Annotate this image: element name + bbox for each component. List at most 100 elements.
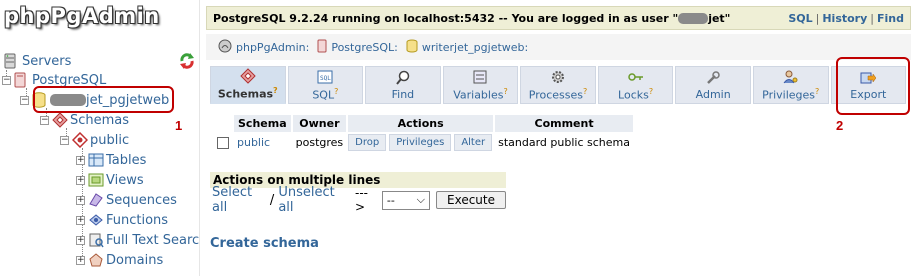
action-select-value: -- [386,193,395,207]
browser-sidebar: phpPgAdmin Servers − PostgreSQL − jet_pg… [0,0,200,276]
annotation-2: 2 [836,118,844,133]
tab-label: Privileges [762,88,816,102]
tab-variables[interactable]: Variables? [442,66,519,104]
find-link[interactable]: Find [877,12,904,25]
tab-label: SQL [312,88,335,102]
tree-views-label[interactable]: Views [106,173,144,188]
schemas-icon [52,112,68,128]
create-schema-link[interactable]: Create schema [210,236,319,251]
tree-domains-label[interactable]: Domains [106,253,163,268]
schema-link[interactable]: public [237,136,270,149]
breadcrumb-app-label[interactable]: phpPgAdmin: [236,41,309,54]
main-pane: PostgreSQL 9.2.24 running on localhost:5… [206,0,911,276]
tree-views[interactable]: + Views [76,170,144,190]
sql-icon: SQL [317,69,333,85]
tree-schemas-label[interactable]: Schemas [70,113,129,128]
tree-tables[interactable]: + Tables [76,150,146,170]
breadcrumb-database-label[interactable]: writerjet_pgjetweb: [422,41,528,54]
expand-icon[interactable]: + [76,235,85,245]
tree-functions-label[interactable]: Functions [106,213,168,228]
tab-label: Variables [453,88,504,102]
tree-sequences-label[interactable]: Sequences [106,193,177,208]
tab-find[interactable]: Find [365,66,441,104]
tab-processes[interactable]: Processes? [520,66,596,104]
col-actions: Actions [348,115,494,132]
sql-link[interactable]: SQL [788,12,812,25]
collapse-icon[interactable]: − [20,95,29,105]
action-select[interactable]: -- ⌵ [381,190,430,210]
tab-label: Admin [695,87,731,101]
tab-admin[interactable]: Admin [675,66,751,104]
collapse-icon[interactable]: − [40,115,49,125]
select-all-link[interactable]: Select all [212,185,266,215]
drop-button[interactable]: Drop [348,134,387,151]
expand-icon[interactable]: + [76,255,85,265]
logo-text: phpPgAdmin [4,4,160,28]
schemas-icon [240,68,256,84]
database-server-icon [14,72,28,88]
tree-fulltext[interactable]: + Full Text Searc [76,230,199,250]
domains-icon [88,252,103,268]
execute-button[interactable]: Execute [436,191,506,209]
fulltext-search-icon [88,232,104,248]
breadcrumb-database[interactable]: writerjet_pgjetweb: [406,39,528,56]
tree-servers-label[interactable]: Servers [22,54,71,69]
functions-icon [88,212,103,228]
table-header-row: Schema Owner Actions Comment [214,115,633,132]
annotation-1: 1 [175,118,183,133]
top-bar: PostgreSQL 9.2.24 running on localhost:5… [206,6,911,30]
database-icon [406,39,418,56]
tables-icon [88,152,104,168]
collapse-icon[interactable]: − [2,75,11,85]
expand-icon[interactable]: + [76,195,85,205]
tab-label: Locks [618,88,649,102]
find-icon [395,70,411,86]
col-owner: Owner [292,115,347,132]
tab-locks[interactable]: Locks? [597,66,674,104]
tree-servers[interactable]: Servers [4,51,71,71]
arrow-text: ---> [354,186,368,214]
slash-separator: / [269,192,275,208]
tab-privileges[interactable]: Privileges? [752,66,829,104]
expand-icon[interactable]: + [76,215,85,225]
breadcrumb-server-label[interactable]: PostgreSQL: [331,41,398,54]
expand-icon[interactable]: + [76,155,85,165]
alter-button[interactable]: Alter [454,134,493,151]
breadcrumb-server[interactable]: PostgreSQL: [317,39,398,56]
tree-domains[interactable]: + Domains [76,250,163,270]
top-links: SQL | History | Find [788,11,904,25]
views-icon [88,172,104,188]
tree-fulltext-label[interactable]: Full Text Searc [106,233,199,248]
history-link[interactable]: History [822,12,867,25]
collapse-icon[interactable]: − [60,135,69,145]
expand-icon[interactable]: + [76,175,85,185]
tree-schema-public[interactable]: − public [60,130,129,150]
servers-icon [4,53,18,69]
tree-functions[interactable]: + Functions [76,210,168,230]
multi-actions-body: Select all / Unselect all ---> -- ⌵ Exec… [210,185,506,215]
tree-schema-label[interactable]: public [90,133,129,148]
tab-sql[interactable]: SQL SQL? [287,66,364,104]
key-icon [627,69,644,85]
tree-tables-label[interactable]: Tables [106,153,146,168]
refresh-icon[interactable] [178,52,196,70]
app-logo: phpPgAdmin [0,0,199,42]
col-schema: Schema [234,115,291,132]
table-row: public postgres Drop Privileges Alter st… [214,134,633,151]
row-checkbox[interactable] [217,137,229,149]
tab-schemas[interactable]: Schemas? [210,66,286,104]
multi-actions-box: Actions on multiple lines Select all / U… [210,172,506,215]
privileges-button[interactable]: Privileges [389,134,452,151]
chevron-down-icon: ⌵ [416,193,425,206]
elephant-icon [218,39,232,56]
processes-icon [550,69,566,85]
owner-cell: postgres [292,134,347,151]
schema-icon [71,131,89,149]
redacted-username [678,13,709,24]
breadcrumb-app[interactable]: phpPgAdmin: [218,39,309,56]
col-comment: Comment [495,115,633,132]
tree-sequences[interactable]: + Sequences [76,190,177,210]
tree-schemas[interactable]: − Schemas [40,110,129,130]
unselect-all-link[interactable]: Unselect all [278,185,347,215]
database-server-icon [317,39,327,56]
